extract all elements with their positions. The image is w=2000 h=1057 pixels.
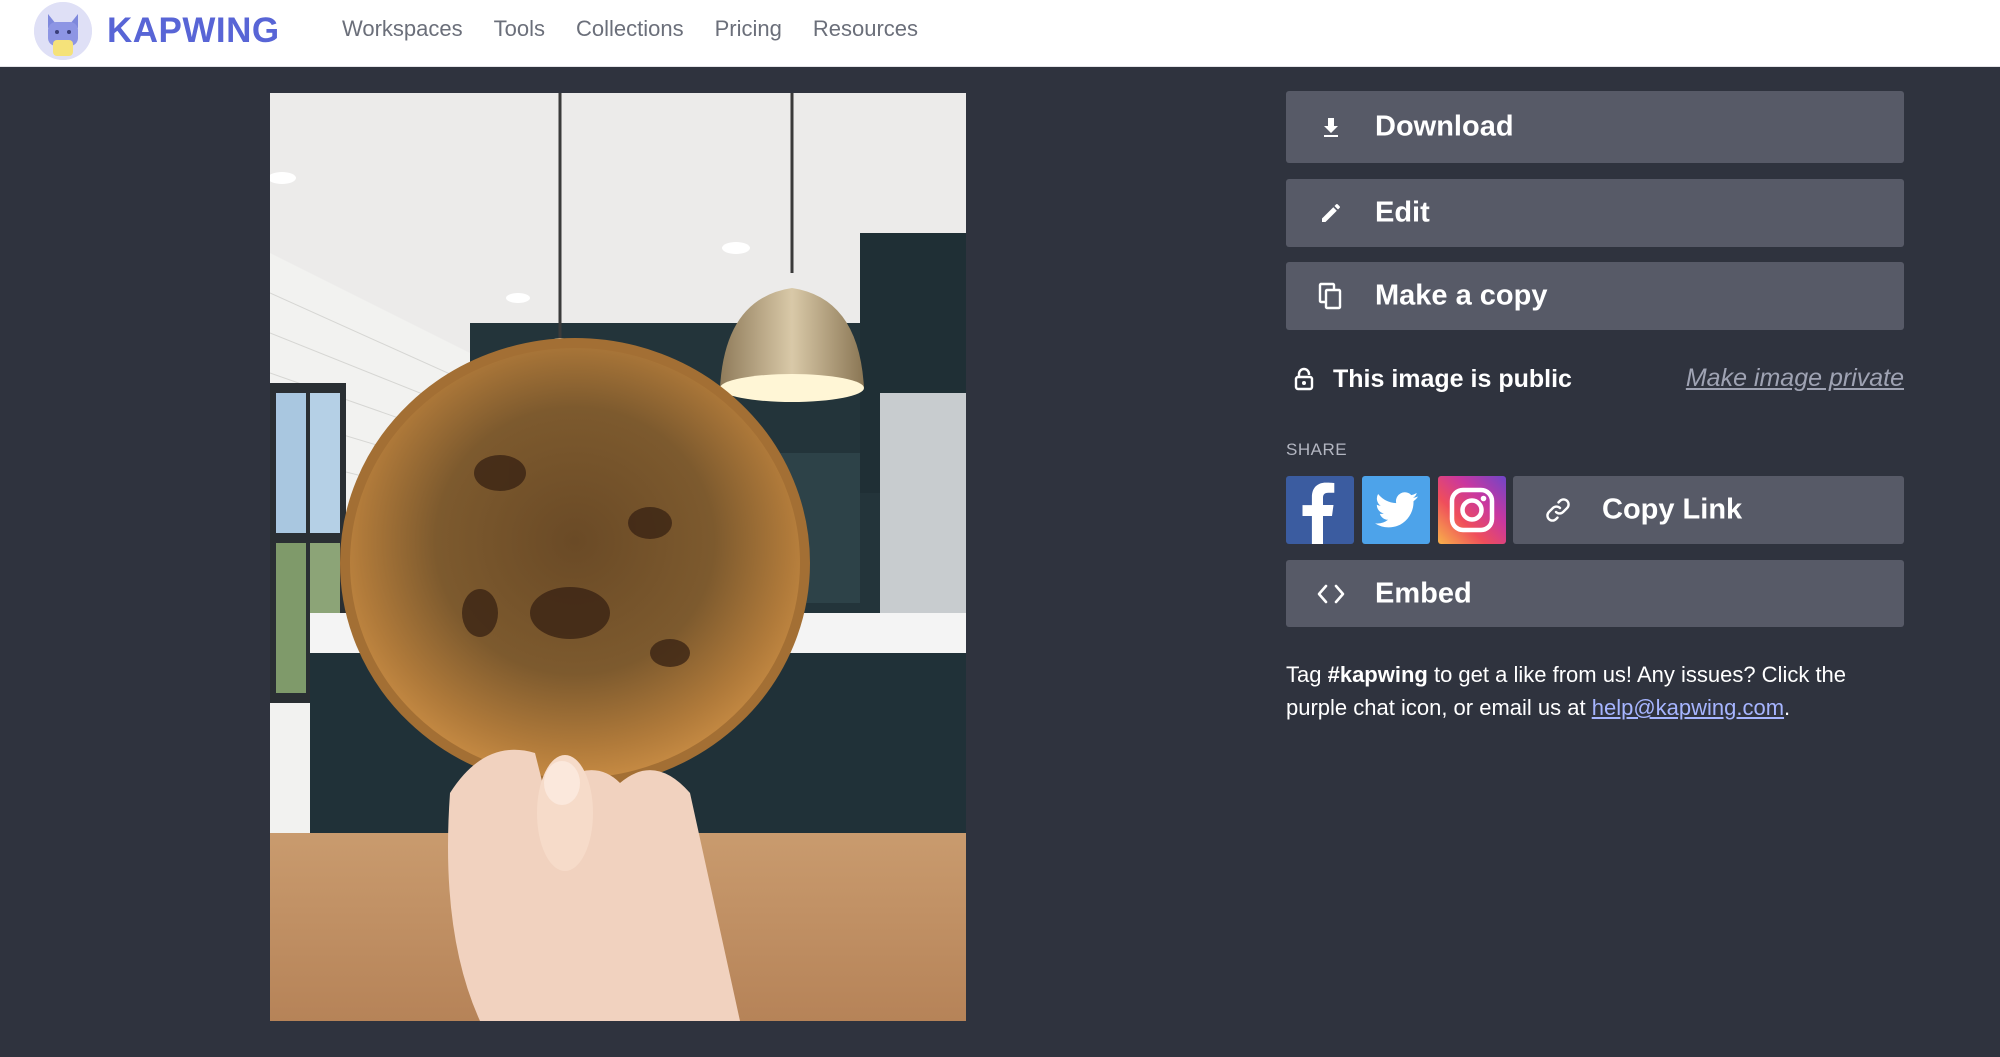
copy-icon (1316, 281, 1346, 311)
brand-name[interactable]: KAPWING (107, 11, 280, 51)
embed-button[interactable]: Embed (1286, 560, 1904, 627)
privacy-row: This image is public Make image private (1286, 361, 1904, 399)
twitter-icon[interactable] (1362, 476, 1430, 544)
instagram-icon[interactable] (1438, 476, 1506, 544)
make-copy-button[interactable]: Make a copy (1286, 262, 1904, 330)
copy-link-button[interactable]: Copy Link (1513, 476, 1904, 544)
hashtag: #kapwing (1327, 662, 1428, 687)
edit-button[interactable]: Edit (1286, 179, 1904, 247)
help-suffix: . (1784, 695, 1791, 720)
pencil-icon (1316, 198, 1346, 228)
main-image (270, 93, 966, 1021)
edit-label: Edit (1375, 196, 1430, 229)
facebook-icon[interactable] (1286, 476, 1354, 544)
embed-label: Embed (1375, 577, 1472, 609)
nav-collections[interactable]: Collections (576, 16, 684, 42)
kapwing-logo-icon[interactable] (34, 2, 92, 60)
link-icon (1543, 495, 1573, 525)
copy-link-label: Copy Link (1602, 493, 1743, 526)
make-private-link[interactable]: Make image private (1686, 364, 1904, 393)
code-icon (1316, 579, 1346, 609)
share-label: SHARE (1286, 440, 1348, 459)
nav-resources[interactable]: Resources (813, 16, 918, 42)
make-copy-label: Make a copy (1375, 279, 1548, 312)
nav-workspaces[interactable]: Workspaces (342, 16, 463, 42)
download-button[interactable]: Download (1286, 91, 1904, 163)
download-icon (1316, 112, 1346, 142)
privacy-status: This image is public (1333, 365, 1572, 393)
nav-tools[interactable]: Tools (494, 16, 545, 42)
main-nav: Workspaces Tools Collections Pricing Res… (342, 16, 918, 42)
nav-pricing[interactable]: Pricing (715, 16, 782, 42)
help-text: Tag #kapwing to get a like from us! Any … (1286, 658, 1906, 724)
top-navigation-bar: KAPWING Workspaces Tools Collections Pri… (0, 0, 2000, 67)
help-prefix: Tag (1286, 662, 1328, 687)
lock-icon (1294, 367, 1314, 396)
support-email-link[interactable]: help@kapwing.com (1592, 695, 1784, 720)
download-label: Download (1375, 110, 1514, 143)
